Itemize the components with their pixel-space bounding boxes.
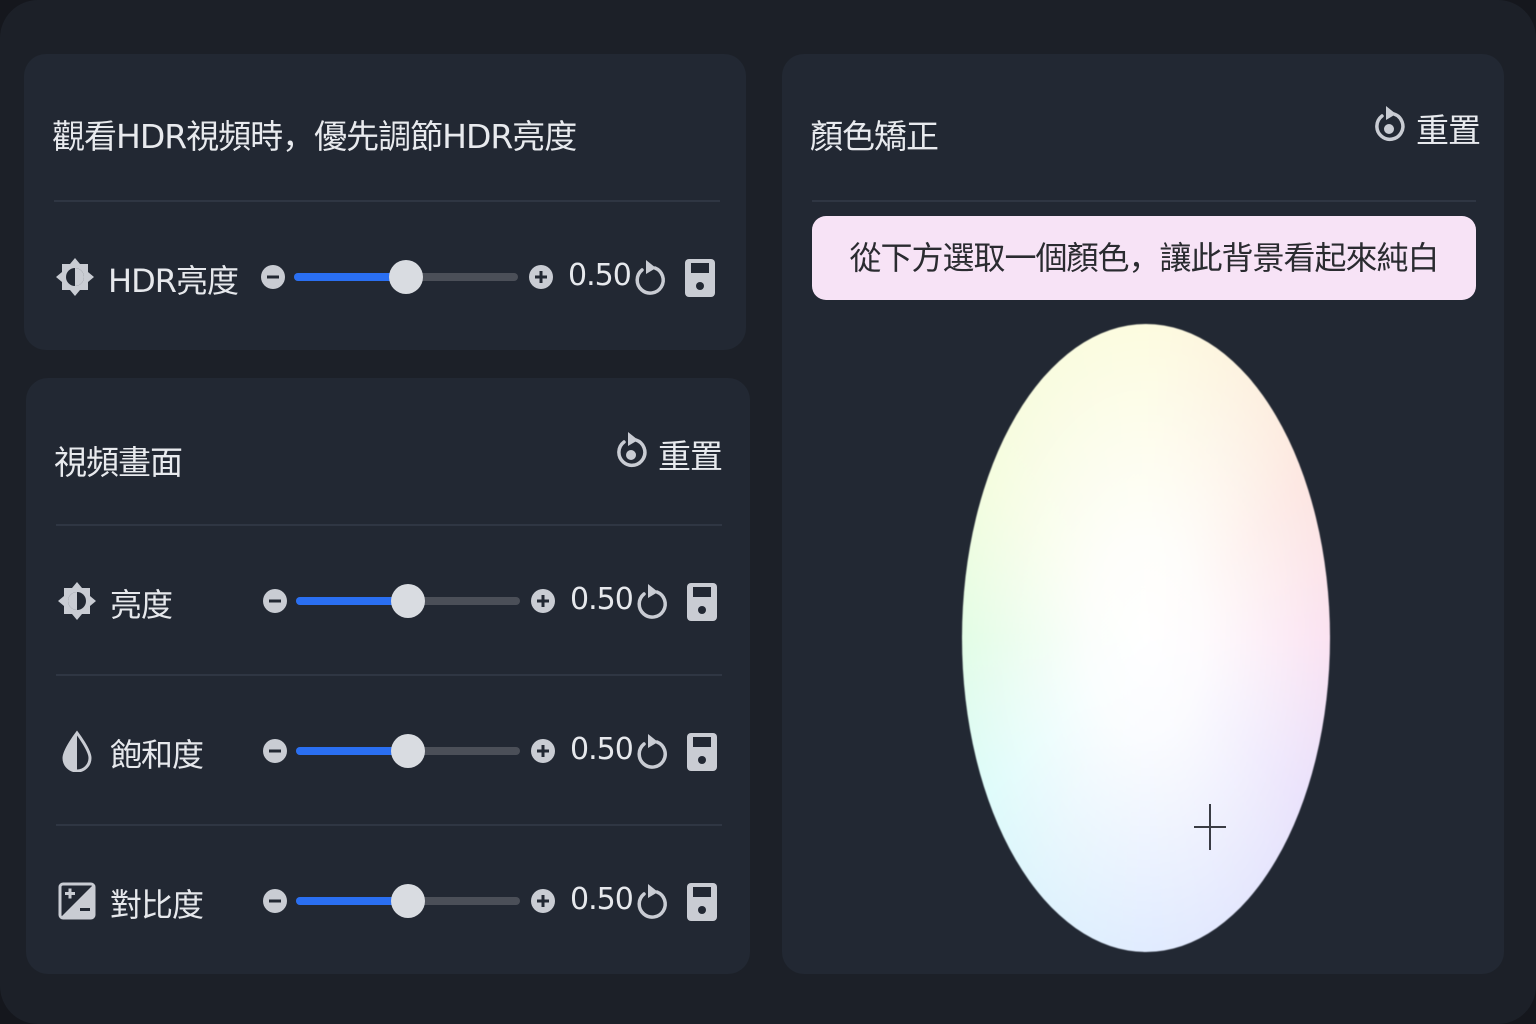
increase-button[interactable] — [528, 264, 554, 290]
reset-icon — [1375, 106, 1405, 142]
increase-button[interactable] — [530, 888, 556, 914]
saturation-label: 飽和度 — [110, 736, 204, 774]
brightness-slider[interactable] — [296, 584, 520, 618]
saturation-value: 0.50 — [570, 732, 634, 767]
divider — [56, 674, 722, 676]
saturation-row: 飽和度 0.50 — [56, 722, 736, 782]
save-icon[interactable] — [682, 256, 718, 300]
undo-icon[interactable] — [628, 256, 668, 300]
slider-thumb[interactable] — [391, 734, 425, 768]
undo-icon[interactable] — [630, 580, 670, 624]
color-settings-window: 觀看HDR視頻時，優先調節HDR亮度 HDR亮度 0.50 視頻畫面 重置 亮度… — [0, 0, 1536, 1024]
slider-thumb[interactable] — [391, 884, 425, 918]
hdr-brightness-value: 0.50 — [568, 258, 632, 293]
video-reset-button[interactable]: 重置 — [614, 426, 723, 476]
divider — [54, 200, 720, 202]
color-wheel-picker[interactable] — [962, 324, 1330, 952]
increase-button[interactable] — [530, 588, 556, 614]
divider — [56, 524, 722, 526]
hdr-brightness-icon — [56, 258, 94, 296]
contrast-value: 0.50 — [570, 882, 634, 917]
instruction-banner: 從下方選取一個顏色，讓此背景看起來純白 — [812, 216, 1476, 300]
divider — [56, 824, 722, 826]
saturation-drop-icon — [62, 730, 92, 772]
save-icon[interactable] — [684, 580, 720, 624]
contrast-label: 對比度 — [110, 886, 204, 924]
hdr-brightness-slider[interactable] — [294, 260, 518, 294]
increase-button[interactable] — [530, 738, 556, 764]
decrease-button[interactable] — [262, 738, 288, 764]
contrast-row: 對比度 0.50 — [56, 872, 736, 932]
undo-icon[interactable] — [630, 880, 670, 924]
brightness-row: 亮度 0.50 — [56, 572, 736, 632]
save-icon[interactable] — [684, 880, 720, 924]
save-icon[interactable] — [684, 730, 720, 774]
reset-label: 重置 — [658, 437, 723, 476]
color-panel-title: 顏色矯正 — [810, 117, 939, 156]
color-reset-button[interactable]: 重置 — [1372, 100, 1481, 150]
hdr-panel-title: 觀看HDR視頻時，優先調節HDR亮度 — [52, 117, 577, 156]
divider — [812, 200, 1476, 202]
slider-thumb[interactable] — [391, 584, 425, 618]
color-correction-panel: 顏色矯正 重置 從下方選取一個顏色，讓此背景看起來純白 — [782, 54, 1504, 974]
video-panel-title: 視頻畫面 — [54, 443, 183, 482]
brightness-label: 亮度 — [110, 586, 173, 624]
video-panel: 視頻畫面 重置 亮度 0.50 飽和度 0.50 對比度 0.50 — [26, 378, 750, 974]
hdr-panel: 觀看HDR視頻時，優先調節HDR亮度 HDR亮度 0.50 — [24, 54, 746, 350]
hdr-brightness-row: HDR亮度 0.50 — [54, 248, 734, 308]
decrease-button[interactable] — [260, 264, 286, 290]
slider-thumb[interactable] — [389, 260, 423, 294]
reset-icon — [617, 432, 647, 468]
reset-label: 重置 — [1416, 111, 1481, 150]
contrast-icon — [58, 882, 96, 920]
crosshair-icon[interactable] — [1194, 804, 1226, 850]
undo-icon[interactable] — [630, 730, 670, 774]
contrast-slider[interactable] — [296, 884, 520, 918]
decrease-button[interactable] — [262, 588, 288, 614]
brightness-value: 0.50 — [570, 582, 634, 617]
brightness-icon — [58, 582, 96, 620]
hdr-brightness-label: HDR亮度 — [108, 262, 239, 300]
decrease-button[interactable] — [262, 888, 288, 914]
color-wheel[interactable] — [962, 324, 1330, 952]
saturation-slider[interactable] — [296, 734, 520, 768]
